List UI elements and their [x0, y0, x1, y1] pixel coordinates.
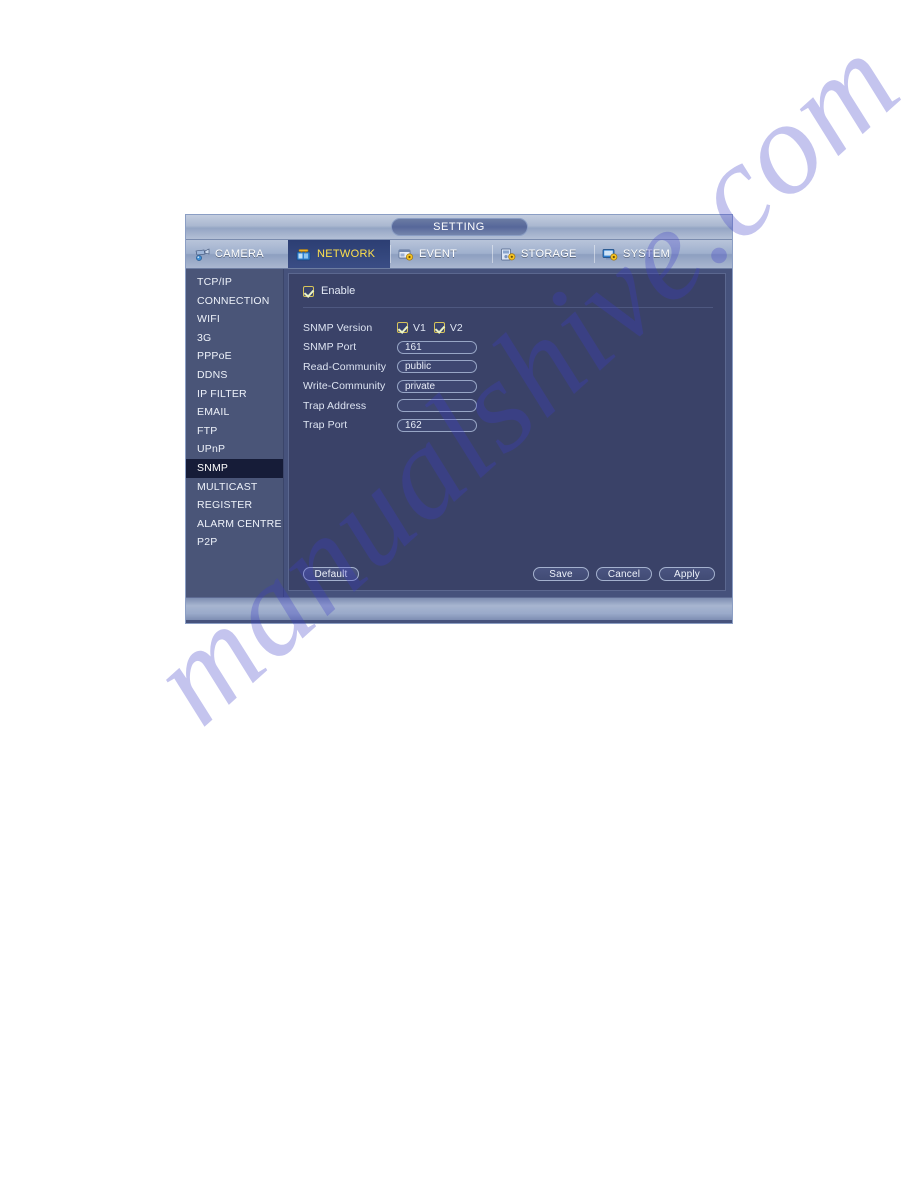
sidebar-item-p2p[interactable]: P2P — [186, 533, 283, 552]
sidebar-item-snmp[interactable]: SNMP — [186, 458, 283, 478]
snmp-port-input[interactable] — [397, 340, 477, 354]
event-icon — [398, 248, 414, 261]
read-community-label: Read-Community — [303, 360, 387, 373]
sidebar-item-ip-filter[interactable]: IP FILTER — [186, 385, 283, 404]
camera-icon — [194, 248, 210, 261]
sidebar-item-upnp[interactable]: UPnP — [186, 440, 283, 459]
sidebar-item-register[interactable]: REGISTER — [186, 496, 283, 515]
snmp-version-label: SNMP Version — [303, 321, 373, 334]
snmp-v2-checkbox[interactable] — [433, 322, 445, 333]
snmp-v2-label: V2 — [449, 321, 463, 334]
sidebar-item-wifi[interactable]: WIFI — [186, 310, 283, 329]
trap-port-label: Trap Port — [303, 419, 348, 431]
window-footer-bar — [186, 597, 732, 620]
system-icon — [602, 248, 618, 261]
main-tab-bar[interactable]: CAMERA NETWORK EVENT STORAGE SYSTEM — [186, 240, 732, 269]
snmp-v1-label: V1 — [413, 321, 426, 334]
sidebar-item-ftp[interactable]: FTP — [186, 422, 283, 441]
sidebar-item-connection[interactable]: CONNECTION — [186, 292, 283, 311]
snmp-port-row: SNMP Port — [303, 338, 725, 357]
write-community-label: Write-Community — [303, 380, 386, 392]
snmp-version-row: SNMP Version V1 V2 — [303, 318, 725, 337]
action-button-bar: Default Save Cancel Apply — [289, 567, 725, 581]
trap-address-row: Trap Address — [303, 396, 725, 415]
window-title-pill: SETTING — [390, 218, 528, 236]
tab-camera[interactable]: CAMERA — [186, 240, 288, 268]
snmp-form: SNMP Version V1 V2 SNMP Port Read-Commun… — [289, 308, 725, 435]
sidebar-item-tcpip[interactable]: TCP/IP — [186, 273, 283, 292]
page-title: SETTING — [433, 221, 485, 233]
primary-button-group: Save Cancel Apply — [533, 567, 715, 581]
enable-row[interactable]: Enable — [289, 274, 725, 297]
write-community-row: Write-Community — [303, 377, 725, 396]
tab-network[interactable]: NETWORK — [288, 240, 390, 268]
setting-window: SETTING CAMERA NETWORK EVENT STORAGE SYS… — [185, 214, 733, 624]
trap-address-input[interactable] — [397, 399, 477, 412]
snmp-v1-checkbox[interactable] — [397, 322, 408, 333]
read-community-row: Read-Community — [303, 357, 725, 376]
network-icon — [296, 248, 312, 261]
tab-event[interactable]: EVENT — [390, 240, 492, 268]
tab-event-label: EVENT — [419, 248, 458, 260]
sidebar-item-pppoe[interactable]: PPPoE — [186, 347, 283, 366]
tab-storage-label: STORAGE — [521, 248, 577, 260]
cancel-button[interactable]: Cancel — [596, 567, 652, 581]
tab-network-label: NETWORK — [317, 248, 376, 260]
window-body: TCP/IP CONNECTION WIFI 3G PPPoE DDNS IP … — [186, 269, 732, 597]
tab-system-label: SYSTEM — [623, 248, 671, 260]
storage-icon — [500, 248, 516, 261]
enable-label: Enable — [321, 285, 356, 297]
read-community-input[interactable] — [397, 360, 477, 373]
apply-button[interactable]: Apply — [659, 567, 715, 581]
tab-storage[interactable]: STORAGE — [492, 240, 594, 268]
tab-system[interactable]: SYSTEM — [594, 240, 696, 268]
trap-address-label: Trap Address — [303, 399, 367, 412]
save-button[interactable]: Save — [533, 567, 589, 581]
snmp-settings-panel: Enable SNMP Version V1 V2 SNMP Port Read… — [288, 273, 726, 591]
sidebar-item-ddns[interactable]: DDNS — [186, 366, 283, 385]
trap-port-input[interactable] — [397, 418, 477, 432]
sidebar-item-email[interactable]: EMAIL — [186, 403, 283, 422]
trap-port-row: Trap Port — [303, 416, 725, 435]
enable-checkbox[interactable] — [303, 285, 314, 297]
default-button[interactable]: Default — [303, 567, 359, 581]
sidebar-item-alarm-centre[interactable]: ALARM CENTRE — [186, 515, 283, 534]
network-sidebar[interactable]: TCP/IP CONNECTION WIFI 3G PPPoE DDNS IP … — [186, 269, 284, 597]
sidebar-item-3g[interactable]: 3G — [186, 329, 283, 348]
sidebar-item-multicast[interactable]: MULTICAST — [186, 478, 283, 497]
tab-camera-label: CAMERA — [215, 248, 264, 260]
window-title-bar: SETTING — [186, 215, 732, 240]
write-community-input[interactable] — [397, 379, 477, 393]
snmp-port-label: SNMP Port — [303, 341, 357, 353]
